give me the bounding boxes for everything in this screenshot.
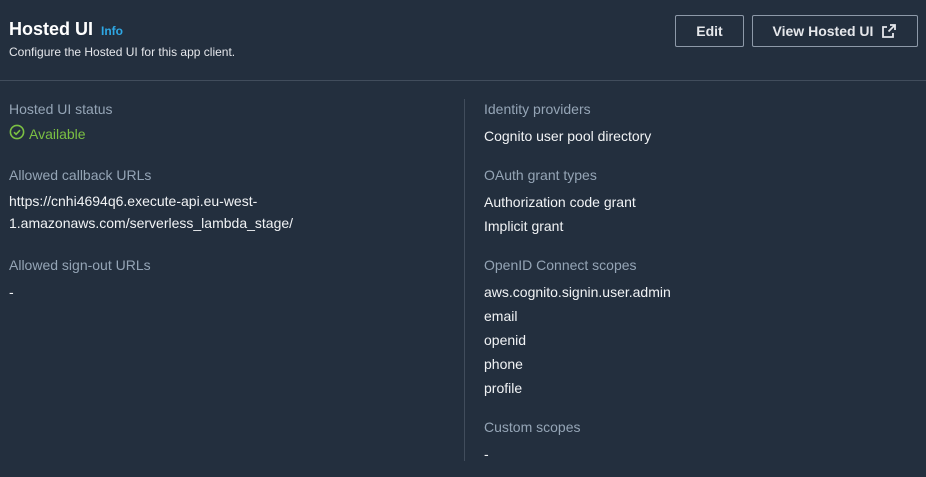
signout-label: Allowed sign-out URLs [9, 257, 151, 273]
panel-title: Hosted UI [9, 19, 94, 39]
oauth-group: OAuth grant types Authorization code gra… [484, 166, 914, 238]
panel-description: Configure the Hosted UI for this app cli… [9, 45, 236, 59]
status-indicator: Available [9, 124, 449, 144]
custom-scopes-value: - [484, 446, 489, 462]
left-column: Hosted UI status Available Allowed callb… [9, 100, 449, 322]
idp-value: Cognito user pool directory [484, 128, 652, 144]
callback-url-line-1: https://cnhi4694q6.execute-api.eu-west- [9, 193, 258, 209]
view-hosted-ui-label: View Hosted UI [772, 23, 874, 39]
oidc-label: OpenID Connect scopes [484, 257, 637, 273]
check-circle-icon [9, 124, 25, 144]
edit-button-label: Edit [696, 23, 723, 39]
callback-url-line-2: 1.amazonaws.com/serverless_lambda_stage/ [9, 215, 294, 231]
status-group: Hosted UI status Available [9, 100, 449, 144]
status-label: Hosted UI status [9, 101, 113, 117]
column-divider [464, 99, 465, 461]
oidc-scope: profile [484, 380, 523, 396]
custom-scopes-label: Custom scopes [484, 419, 581, 435]
oauth-label: OAuth grant types [484, 167, 597, 183]
title-row: Hosted UI Info [9, 19, 123, 40]
oidc-scope: phone [484, 356, 523, 372]
signout-value: - [9, 284, 14, 300]
view-hosted-ui-button[interactable]: View Hosted UI [752, 15, 918, 47]
hosted-ui-panel: Hosted UI Info Configure the Hosted UI f… [0, 0, 926, 477]
idp-group: Identity providers Cognito user pool dir… [484, 100, 914, 148]
external-link-icon [881, 23, 897, 39]
status-value: Available [29, 126, 86, 142]
signout-group: Allowed sign-out URLs - [9, 256, 449, 304]
callback-group: Allowed callback URLs https://cnhi4694q6… [9, 166, 449, 234]
idp-label: Identity providers [484, 101, 591, 117]
oidc-scope: openid [484, 332, 527, 348]
oidc-scope: email [484, 308, 518, 324]
info-link[interactable]: Info [101, 24, 123, 38]
oidc-scope: aws.cognito.signin.user.admin [484, 284, 671, 300]
oauth-value: Authorization code grant [484, 194, 636, 210]
callback-label: Allowed callback URLs [9, 167, 152, 183]
oidc-group: OpenID Connect scopes aws.cognito.signin… [484, 256, 914, 400]
edit-button[interactable]: Edit [675, 15, 744, 47]
oauth-value: Implicit grant [484, 218, 564, 234]
panel-header: Hosted UI Info Configure the Hosted UI f… [0, 0, 926, 81]
right-column: Identity providers Cognito user pool dir… [484, 100, 914, 477]
custom-scopes-group: Custom scopes - [484, 418, 914, 466]
